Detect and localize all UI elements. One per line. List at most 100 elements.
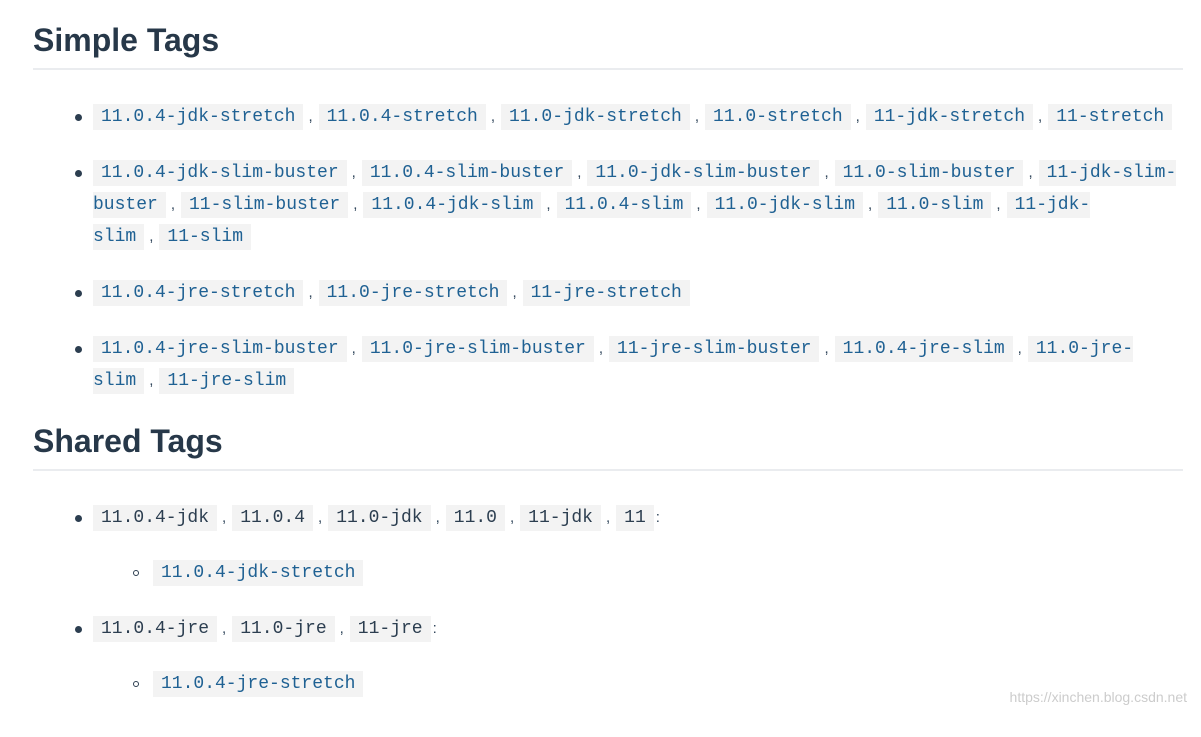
colon: : — [655, 509, 660, 526]
tag-link[interactable]: 11.0.4-jre-stretch — [161, 674, 355, 694]
tag-code: 11.0-jdk-slim — [706, 192, 864, 218]
tag-link[interactable]: 11.0-slim — [886, 195, 983, 215]
separator: , — [696, 196, 701, 213]
tag-code: 11.0.4-jdk-stretch — [93, 104, 304, 130]
tag-link[interactable]: 11.0-jdk-slim-buster — [595, 163, 811, 183]
tag-link[interactable]: 11.0-jdk-slim — [715, 195, 855, 215]
tag-link[interactable]: 11.0-stretch — [713, 107, 843, 127]
tag-link[interactable]: 11.0.4-jdk-stretch — [101, 107, 295, 127]
tag-link[interactable]: 11-jdk-stretch — [874, 107, 1025, 127]
separator: , — [824, 164, 829, 181]
tag-label: 11.0-jre — [232, 616, 335, 642]
separator: , — [824, 340, 829, 357]
tag-code: 11-slim — [159, 224, 252, 250]
sub-list-item: 11.0.4-jdk-stretch — [133, 558, 1183, 589]
tag-code: 11.0-stretch — [705, 104, 851, 130]
tag-link[interactable]: 11.0.4-jdk-slim-buster — [101, 163, 339, 183]
separator: , — [855, 108, 860, 125]
tag-link[interactable]: 11.0.4-slim — [565, 195, 684, 215]
simple-tags-heading: Simple Tags — [33, 0, 1183, 70]
tag-label: 11 — [616, 505, 654, 531]
tag-link[interactable]: 11.0-jre-stretch — [327, 283, 500, 303]
separator: , — [510, 509, 515, 526]
tag-link[interactable]: 11-slim — [167, 227, 243, 247]
tag-label: 11-jre — [349, 616, 431, 642]
separator: , — [149, 228, 154, 245]
shared-tags-list: 11.0.4-jdk, 11.0.4, 11.0-jdk, 11.0, 11-jdk, 1… — [33, 471, 1183, 700]
separator: , — [605, 509, 611, 526]
watermark: https://xinchen.blog.csdn.net — [1009, 689, 1187, 705]
tag-code: 11.0-jdk-slim-buster — [587, 160, 820, 186]
separator: , — [546, 196, 551, 213]
tag-code: 11-jre-stretch — [522, 280, 690, 306]
tag-link[interactable]: 11.0.4-jdk-stretch — [161, 563, 355, 583]
tag-link[interactable]: 11-stretch — [1056, 107, 1164, 127]
tag-link[interactable]: 11.0-jre-slim-buster — [370, 339, 586, 359]
tag-code: 11.0.4-stretch — [318, 104, 486, 130]
separator: , — [694, 108, 700, 125]
tag-label: 11.0 — [445, 505, 505, 531]
separator: , — [1038, 108, 1043, 125]
tag-link[interactable]: 11.0.4-jdk-slim — [371, 195, 533, 215]
tag-link[interactable]: 11-jre-slim-buster — [617, 339, 811, 359]
separator: , — [868, 196, 873, 213]
separator: , — [351, 340, 356, 357]
separator: , — [435, 509, 440, 526]
separator: , — [1017, 340, 1022, 357]
tag-code: 11.0.4-jre-stretch — [93, 280, 304, 306]
separator: , — [577, 164, 582, 181]
tag-link[interactable]: 11.0.4-jre-stretch — [101, 283, 295, 303]
content: Simple Tags 11.0.4-jdk-stretch, 11.0.4-st… — [33, 0, 1183, 724]
separator: , — [353, 196, 358, 213]
sub-list: 11.0.4-jdk-stretch — [93, 534, 1183, 589]
tag-link[interactable]: 11-jre-stretch — [531, 283, 682, 303]
tag-label: 11-jdk — [520, 505, 601, 531]
tag-code: 11.0.4-slim — [556, 192, 692, 218]
simple-tags-list: 11.0.4-jdk-stretch, 11.0.4-stretch, 11.0-j… — [33, 70, 1183, 397]
tag-code: 11.0-jdk-stretch — [501, 104, 690, 130]
separator: , — [222, 620, 227, 637]
separator: , — [598, 340, 604, 357]
tag-code: 11.0-jre-slim-buster — [361, 336, 594, 362]
separator: , — [308, 108, 313, 125]
tag-link[interactable]: 11.0-slim-buster — [843, 163, 1016, 183]
tag-label: 11.0.4 — [232, 505, 314, 531]
tag-code: 11.0-slim-buster — [834, 160, 1024, 186]
tag-link[interactable]: 11-slim-buster — [189, 195, 340, 215]
list-item: 11.0.4-jre-slim-buster, 11.0-jre-slim-bus… — [75, 333, 1183, 397]
separator: , — [222, 509, 227, 526]
tag-link[interactable]: 11-jre-slim — [167, 371, 286, 391]
colon: : — [432, 620, 437, 637]
tag-link[interactable]: 11.0.4-jre-slim — [843, 339, 1005, 359]
tag-code: 11-jdk-stretch — [865, 104, 1034, 130]
tag-link[interactable]: 11.0.4-slim-buster — [370, 163, 564, 183]
list-item: 11.0.4-jdk, 11.0.4, 11.0-jdk, 11.0, 11-jdk, 1… — [75, 502, 1183, 589]
tag-label: 11.0.4-jre — [93, 616, 218, 642]
separator: , — [170, 196, 175, 213]
tag-code: 11.0.4-jdk-stretch — [153, 560, 364, 586]
list-item: 11.0.4-jre, 11.0-jre, 11-jre:11.0.4-jre-st… — [75, 613, 1183, 700]
separator: , — [149, 372, 154, 389]
separator: , — [996, 196, 1001, 213]
separator: , — [308, 284, 313, 301]
separator: , — [1028, 164, 1033, 181]
tag-code: 11.0.4-jre-stretch — [153, 671, 364, 697]
separator: , — [512, 284, 517, 301]
separator: , — [339, 620, 344, 637]
tag-code: 11-slim-buster — [180, 192, 349, 218]
shared-tags-heading: Shared Tags — [33, 421, 1183, 471]
tag-code: 11-jre-slim-buster — [609, 336, 820, 362]
tag-link[interactable]: 11.0.4-stretch — [327, 107, 478, 127]
separator: , — [318, 509, 323, 526]
list-item: 11.0.4-jdk-slim-buster, 11.0.4-slim-buste… — [75, 157, 1183, 253]
tag-code: 11-jre-slim — [159, 368, 295, 394]
tag-link[interactable]: 11.0.4-jre-slim-buster — [101, 339, 339, 359]
tag-code: 11-stretch — [1048, 104, 1173, 130]
tag-code: 11.0.4-jdk-slim-buster — [93, 160, 347, 186]
list-item: 11.0.4-jdk-stretch, 11.0.4-stretch, 11.0-j… — [75, 101, 1183, 133]
tag-link[interactable]: 11.0-jdk-stretch — [509, 107, 682, 127]
tag-code: 11.0.4-jre-slim-buster — [93, 336, 347, 362]
separator: , — [490, 108, 496, 125]
tag-code: 11.0-jre-stretch — [318, 280, 508, 306]
tag-code: 11.0.4-jre-slim — [834, 336, 1013, 362]
